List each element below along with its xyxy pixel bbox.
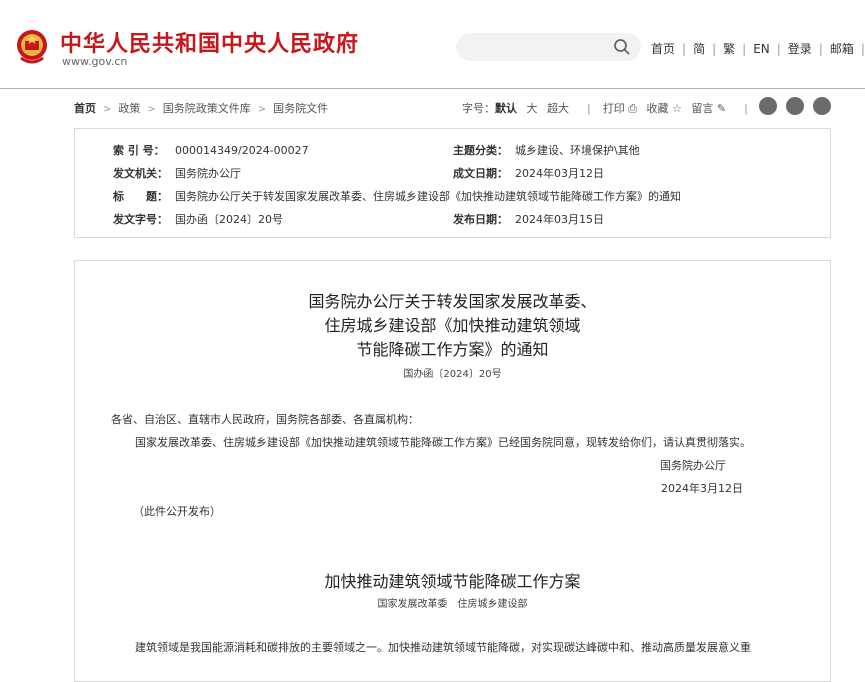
title-label: 标 题： <box>113 190 168 203</box>
publish-value: 2024年03月15日 <box>515 213 604 226</box>
top-links: 首页|简|繁|EN|登录|邮箱|无 <box>651 42 865 56</box>
title-value: 国务院办公厅关于转发国家发展改革委、住房城乡建设部《加快推动建筑领域节能降碳工作… <box>175 190 681 203</box>
site-header: 中华人民共和国中央人民政府 www.gov.cn 首页 | 简 | 繁 | EN | 登录 | 邮箱… <box>0 0 865 89</box>
info-title: 标 题： 国务院办公厅关于转发国家发展改革委、住房城乡建设部《加快推动建筑领域节能… <box>113 188 681 204</box>
info-docno: 发文字号： 国办函〔2024〕20号 <box>113 211 283 227</box>
info-topic: 主题分类： 城乡建设、环境保护\其他 <box>453 142 640 158</box>
written-label: 成文日期： <box>453 167 508 180</box>
info-publish-date: 发布日期： 2024年03月15日 <box>453 211 604 227</box>
search-icon[interactable] <box>613 38 631 56</box>
link-simplified[interactable]: 简 <box>693 42 705 56</box>
chevron-right-icon: > <box>103 104 112 115</box>
font-size-label: 字号： <box>462 102 495 115</box>
docno-value: 国办函〔2024〕20号 <box>175 213 283 226</box>
doc-title-line-2: 住房城乡建设部《加快推动建筑领域 <box>324 316 581 335</box>
breadcrumb-documents[interactable]: 国务院文件 <box>273 102 328 115</box>
search-box <box>456 33 641 61</box>
doc-number: 国办函〔2024〕20号 <box>403 369 502 380</box>
search-input[interactable] <box>456 33 620 61</box>
index-label: 索 引 号： <box>113 144 165 157</box>
doc-title-line-1: 国务院办公厅关于转发国家发展改革委、 <box>308 292 597 311</box>
docno-label: 发文字号： <box>113 213 168 226</box>
plan-first-paragraph: 建筑领域是我国能源消耗和碳排放的主要领域之一。加快推动建筑领域节能降碳，对实现碳… <box>135 641 751 654</box>
article-tools: 字号：默认 大 超大 | 打印 ⎙ 收藏 ☆ 留言 ✎ | <box>462 102 748 115</box>
topic-label: 主题分类： <box>453 144 508 157</box>
plan-subtitle: 国家发展改革委 住房城乡建设部 <box>377 599 528 610</box>
document-body: 国务院办公厅关于转发国家发展改革委、 住房城乡建设部《加快推动建筑领域 节能降碳… <box>74 260 831 682</box>
breadcrumb: 首页 > 政策 > 国务院政策文件库 > 国务院文件 <box>74 100 328 116</box>
info-written-date: 成文日期： 2024年03月12日 <box>453 165 604 181</box>
chevron-right-icon: > <box>257 104 267 115</box>
pencil-icon[interactable]: ✎ <box>717 102 726 115</box>
breadcrumb-library[interactable]: 国务院政策文件库 <box>163 102 251 115</box>
document-info-box: 索 引 号： 000014349/2024-00027 主题分类： 城乡建设、环境保… <box>74 128 831 238</box>
doc-body-paragraph: 国家发展改革委、住房城乡建设部《加快推动建筑领域节能降碳工作方案》已经国务院同意… <box>135 436 751 449</box>
font-size-large[interactable]: 大 <box>527 102 538 115</box>
qzone-icon[interactable] <box>813 97 831 115</box>
font-size-default[interactable]: 默认 <box>495 102 517 115</box>
link-mail[interactable]: 邮箱 <box>830 42 854 56</box>
print-icon[interactable]: ⎙ <box>628 102 637 115</box>
info-issuer: 发文机关： 国务院办公厅 <box>113 165 241 181</box>
doc-note: （此件公开发布） <box>133 505 221 518</box>
link-traditional[interactable]: 繁 <box>723 42 735 56</box>
link-home[interactable]: 首页 <box>651 42 675 56</box>
doc-salutation: 各省、自治区、直辖市人民政府，国务院各部委、各直属机构： <box>111 413 419 426</box>
issuer-value: 国务院办公厅 <box>175 167 241 180</box>
publish-label: 发布日期： <box>453 213 508 226</box>
site-domain: www.gov.cn <box>62 55 128 68</box>
favorite-button[interactable]: 收藏 <box>647 102 669 115</box>
star-icon[interactable]: ☆ <box>672 102 682 115</box>
link-english[interactable]: EN <box>753 42 770 56</box>
breadcrumb-policy[interactable]: 政策 <box>118 102 140 115</box>
doc-date: 2024年3月12日 <box>661 482 743 495</box>
plan-title: 加快推动建筑领域节能降碳工作方案 <box>324 572 581 591</box>
national-emblem-icon[interactable] <box>15 28 49 66</box>
font-size-xlarge[interactable]: 超大 <box>547 102 569 115</box>
doc-title-line-3: 节能降碳工作方案》的通知 <box>356 340 549 359</box>
comment-button[interactable]: 留言 <box>691 102 713 115</box>
breadcrumb-home[interactable]: 首页 <box>74 102 96 115</box>
chevron-right-icon: > <box>147 104 156 115</box>
link-login[interactable]: 登录 <box>788 42 812 56</box>
print-button[interactable]: 打印 <box>603 102 625 115</box>
site-title[interactable]: 中华人民共和国中央人民政府 <box>60 26 359 58</box>
weibo-icon[interactable] <box>759 97 777 115</box>
info-index: 索 引 号： 000014349/2024-00027 <box>113 142 309 158</box>
issuer-label: 发文机关： <box>113 167 168 180</box>
topic-value: 城乡建设、环境保护\其他 <box>515 144 640 157</box>
written-value: 2024年03月12日 <box>515 167 604 180</box>
doc-signature: 国务院办公厅 <box>660 459 726 472</box>
wechat-icon[interactable] <box>786 97 804 115</box>
index-value: 000014349/2024-00027 <box>175 144 309 157</box>
